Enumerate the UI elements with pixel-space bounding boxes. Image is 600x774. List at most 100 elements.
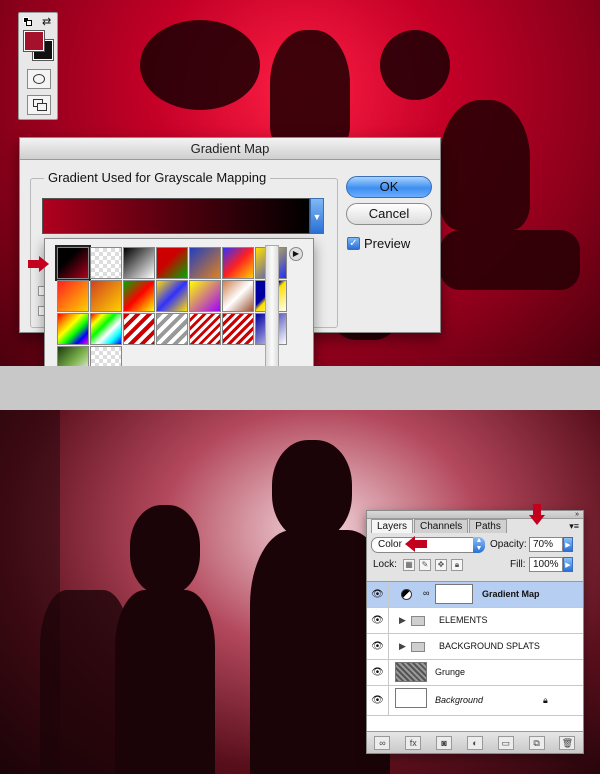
folder-icon — [411, 642, 425, 652]
preview-checkbox[interactable]: ✓ Preview — [347, 236, 410, 251]
default-colors-icon[interactable] — [23, 17, 33, 27]
trash-icon[interactable]: 🗑︎ — [559, 735, 576, 750]
layer-row-gradient-map[interactable]: 👁︎ ∞ Gradient Map — [367, 582, 583, 608]
adjustment-layer-icon — [401, 589, 412, 600]
lock-pixels-icon[interactable]: ✎ — [419, 559, 431, 571]
bald-man-head — [272, 440, 352, 540]
gradient-swatch[interactable] — [57, 280, 89, 312]
tab-paths[interactable]: Paths — [469, 519, 507, 533]
link-layers-icon[interactable]: ∞ — [374, 735, 391, 750]
gradient-swatch[interactable] — [222, 247, 254, 279]
gradient-swatch[interactable] — [222, 280, 254, 312]
gradient-swatch[interactable] — [156, 280, 188, 312]
lock-icon: 🔒︎ — [543, 695, 548, 705]
mask-link-icon[interactable]: ∞ — [423, 588, 429, 598]
gradient-group-label: Gradient Used for Grayscale Mapping — [44, 170, 271, 185]
layer-style-icon[interactable]: fx — [405, 735, 422, 750]
gradient-swatch[interactable] — [156, 247, 188, 279]
lock-transparency-icon[interactable]: ▦ — [403, 559, 415, 571]
lock-label: Lock: — [373, 559, 397, 570]
blend-mode-select[interactable]: Color ▲ ▼ — [371, 537, 485, 553]
gradient-swatch[interactable] — [90, 280, 122, 312]
opacity-slider-arrow-icon[interactable]: ▶ — [563, 537, 573, 552]
opacity-input[interactable]: 70% — [529, 537, 563, 552]
expand-triangle-icon[interactable]: ▶ — [399, 634, 406, 659]
tab-layers[interactable]: Layers — [371, 519, 414, 533]
gradient-swatch[interactable] — [156, 313, 188, 345]
gradient-swatch[interactable] — [123, 280, 155, 312]
swap-colors-icon[interactable]: ⇄ — [42, 15, 51, 28]
figure-silhouette — [130, 505, 200, 595]
visibility-eye-icon[interactable]: 👁︎ — [367, 608, 389, 633]
preview-label: Preview — [364, 236, 411, 251]
lock-position-icon[interactable]: ✥ — [435, 559, 447, 571]
gradient-swatch[interactable] — [57, 313, 89, 345]
layer-name: Gradient Map — [482, 589, 540, 599]
visibility-eye-icon[interactable]: 👁︎ — [367, 686, 389, 715]
opacity-label: Opacity: — [490, 539, 527, 550]
visibility-eye-icon[interactable]: 👁︎ — [367, 582, 389, 607]
adjustment-layer-icon[interactable]: ◐ — [466, 735, 483, 750]
new-layer-icon[interactable]: ⧉ — [528, 735, 545, 750]
quick-mask-button[interactable] — [27, 69, 51, 89]
layer-list: 👁︎ ∞ Gradient Map 👁︎ ▶ ELEMENTS 👁︎ ▶ BAC… — [367, 581, 583, 731]
cancel-button[interactable]: Cancel — [346, 203, 432, 225]
dialog-title: Gradient Map — [20, 138, 440, 160]
gradient-swatch[interactable] — [189, 280, 221, 312]
dark-vignette — [0, 410, 60, 774]
gradient-swatch[interactable] — [90, 247, 122, 279]
visibility-eye-icon[interactable]: 👁︎ — [367, 634, 389, 659]
gradient-swatch[interactable] — [123, 247, 155, 279]
picker-scrollbar[interactable] — [265, 245, 279, 381]
add-mask-icon[interactable]: ◙ — [436, 735, 453, 750]
ink-splat — [140, 20, 260, 110]
tab-channels[interactable]: Channels — [414, 519, 469, 533]
gradient-swatch[interactable] — [222, 313, 254, 345]
layer-row-grunge[interactable]: 👁︎ Grunge — [367, 660, 583, 686]
layer-mask-thumbnail[interactable] — [435, 584, 473, 604]
figure-silhouette — [115, 590, 215, 774]
section-separator — [0, 366, 600, 410]
fill-label: Fill: — [510, 559, 526, 570]
gradient-swatch[interactable] — [189, 247, 221, 279]
checkmark-icon: ✓ — [347, 237, 360, 250]
panel-title-strip — [367, 511, 583, 519]
figure-silhouette — [440, 100, 530, 230]
ink-splat — [380, 30, 450, 100]
lock-all-icon[interactable]: 🔒︎ — [451, 559, 463, 571]
new-group-icon[interactable]: ▭ — [497, 735, 514, 750]
layers-panel: » Layers Channels Paths ▾≡ Color ▲ ▼ Opac… — [366, 510, 584, 754]
layer-name: BACKGROUND SPLATS — [439, 641, 540, 651]
layer-row-background[interactable]: 👁︎ Background 🔒︎ — [367, 686, 583, 716]
tools-palette: ⇄ — [18, 12, 58, 120]
layer-thumbnail[interactable] — [395, 688, 427, 708]
blend-mode-value: Color — [378, 539, 402, 550]
gradient-swatch[interactable] — [189, 313, 221, 345]
gradient-dropdown-arrow-icon[interactable]: ▼ — [310, 198, 324, 234]
visibility-eye-icon[interactable]: 👁︎ — [367, 660, 389, 685]
gradient-preview-bar[interactable] — [42, 198, 310, 234]
layer-row-elements[interactable]: 👁︎ ▶ ELEMENTS — [367, 608, 583, 634]
layer-name: Background — [435, 695, 484, 705]
layer-thumbnail[interactable] — [395, 662, 427, 682]
layer-name: ELEMENTS — [439, 615, 488, 625]
panel-menu-icon[interactable]: ▾≡ — [569, 521, 579, 532]
ok-button[interactable]: OK — [346, 176, 432, 198]
layer-row-background-splats[interactable]: 👁︎ ▶ BACKGROUND SPLATS — [367, 634, 583, 660]
panel-collapse-icon[interactable]: » — [575, 511, 579, 519]
expand-triangle-icon[interactable]: ▶ — [399, 608, 406, 633]
panel-tabs: Layers Channels Paths — [371, 519, 508, 533]
gradient-swatch[interactable] — [90, 313, 122, 345]
layers-footer: ∞ fx ◙ ◐ ▭ ⧉ 🗑︎ — [367, 731, 583, 753]
foreground-color-swatch[interactable] — [23, 30, 45, 52]
figure-silhouette — [270, 30, 350, 150]
gradient-swatch[interactable] — [123, 313, 155, 345]
stepper-arrows-icon: ▲ ▼ — [473, 537, 485, 553]
fill-input[interactable]: 100% — [529, 557, 563, 572]
screen-mode-button[interactable] — [27, 95, 51, 115]
folder-icon — [411, 616, 425, 626]
gradient-swatch[interactable] — [55, 245, 91, 281]
fill-slider-arrow-icon[interactable]: ▶ — [563, 557, 573, 572]
car-silhouette — [440, 230, 580, 290]
picker-menu-icon[interactable]: ▶ — [289, 247, 303, 261]
